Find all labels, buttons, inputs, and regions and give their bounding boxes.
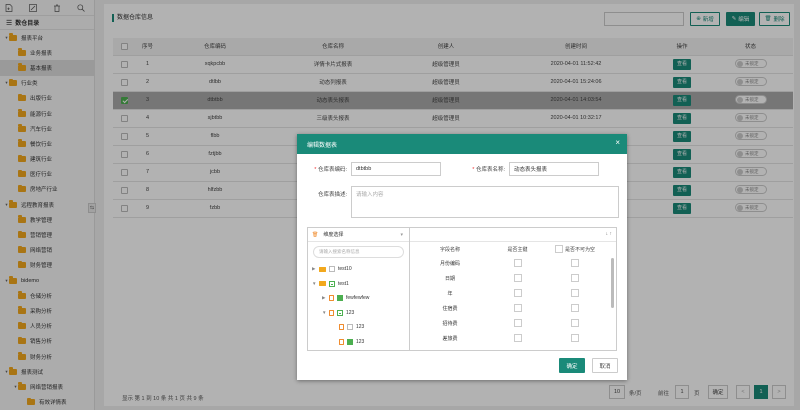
field-row: 招待费 [410,316,616,331]
expand-down-icon[interactable]: ▼ [312,281,319,286]
close-icon[interactable]: × [615,139,620,147]
desc-textarea[interactable]: 请输入内容 [351,186,619,218]
field-row: 日期 [410,271,616,286]
notnull-checkbox[interactable] [571,258,579,267]
tree-checkbox[interactable] [329,266,335,273]
field-name: 招待费 [442,321,458,327]
tree-node-label: test10 [338,266,352,273]
field-name: 月份编码 [439,261,460,267]
notnull-checkbox[interactable] [571,318,579,327]
field-name: 年 [447,291,453,297]
field-notnull-cell [545,318,605,329]
notnull-checkbox[interactable] [571,333,579,342]
sort-icon[interactable]: ↓ ↑ [606,231,612,237]
field-name: 日期 [444,276,455,282]
field-notnull-cell [545,303,605,314]
document-icon [329,309,334,316]
edit-table-dialog: 编辑数据表 × * 仓库表编码: dtbtbb * 仓库表名称: 动态表头报表 … [297,134,627,380]
field-row: 差旅费 [410,331,616,346]
field-pk-cell [490,273,545,284]
tree-node[interactable]: ▶ fewfewfew [308,291,409,306]
confirm-button[interactable]: 确定 [559,358,585,373]
field-header-row: 字段名称 是否主键 是否不可为空 [410,242,616,256]
tree-node[interactable]: ▼ 123 [308,306,409,321]
field-pane-toolbar: ↓ ↑ [410,228,616,242]
code-label: * 仓库表编码: [314,167,347,173]
tree-checkbox[interactable] [337,295,343,302]
notnull-checkbox[interactable] [571,288,579,297]
pk-checkbox[interactable] [513,303,522,312]
document-icon [339,324,344,331]
tree-node[interactable]: 123 [308,335,409,350]
field-header-notnull: 是否不可为空 [545,245,605,253]
field-rows: 月份编码日期年住宿费招待费差旅费 [410,256,616,346]
field-notnull-cell [545,288,605,299]
tree-search-input[interactable]: 请输入搜索名称信息 [313,246,404,258]
dialog-title: 编辑数据表 [307,142,338,149]
dialog-header: 编辑数据表 × [297,134,627,154]
tree-node-label: fewfewfew [346,295,370,302]
pk-checkbox[interactable] [513,288,522,297]
tree-node-label: 123 [356,338,365,345]
tree-checkbox[interactable] [347,324,353,331]
field-notnull-cell [545,273,605,284]
tree-checkbox[interactable] [329,280,335,287]
dimension-select-label: 维度选择 [323,232,344,238]
field-name: 住宿费 [442,306,458,312]
folder-icon [319,266,326,272]
name-input[interactable]: 动态表头报表 [509,162,599,176]
dimension-tree-pane: 🗑 维度选择 ▾ 请输入搜索名称信息 ▶ test10 ▼ test1 ▶ fewfewf… [307,227,410,351]
expand-down-icon[interactable]: ▼ [322,310,329,315]
field-row: 年 [410,286,616,301]
field-row: 月份编码 [410,256,616,271]
pk-checkbox[interactable] [513,273,522,282]
tree-node-label: test1 [338,280,349,287]
cancel-button[interactable]: 取消 [592,358,618,373]
field-notnull-cell [545,333,605,344]
dimension-select[interactable]: 🗑 维度选择 ▾ [308,228,409,242]
tree-node[interactable]: ▼ test1 [308,277,409,292]
notnull-checkbox[interactable] [571,303,579,312]
desc-label: 仓库表描述: [317,192,347,198]
tree-checkbox[interactable] [347,338,353,345]
field-header-name: 字段名称 [439,246,460,253]
field-row: 住宿费 [410,301,616,316]
tree-node-label: 123 [356,324,365,331]
field-header-pk: 是否主键 [507,246,528,253]
field-notnull-cell [545,258,605,269]
field-pk-cell [490,288,545,299]
tree-node[interactable]: ▶ test10 [308,262,409,277]
notnull-checkbox[interactable] [571,273,579,282]
pk-checkbox[interactable] [513,318,522,327]
tree-checkbox[interactable] [337,309,343,316]
code-input[interactable]: dtbtbb [351,162,441,176]
field-pk-cell [490,333,545,344]
trash-icon[interactable]: 🗑 [312,232,318,238]
pk-checkbox[interactable] [513,258,522,267]
field-pk-cell [490,303,545,314]
expand-right-icon[interactable]: ▶ [322,295,329,301]
tree-node[interactable]: 123 [308,320,409,335]
notnull-all-checkbox[interactable] [554,245,563,253]
field-pk-cell [490,258,545,269]
chevron-down-icon: ▾ [400,231,403,238]
field-scrollbar[interactable] [611,258,614,308]
pk-checkbox[interactable] [513,333,522,342]
name-label: * 仓库表名称: [472,167,505,173]
dimension-tree: ▶ test10 ▼ test1 ▶ fewfewfew ▼ 123 123 123 [308,262,409,349]
document-icon [339,338,344,345]
tree-node-label: 123 [346,309,355,316]
folder-icon [319,281,326,287]
expand-right-icon[interactable]: ▶ [312,266,319,272]
document-icon [329,295,334,302]
field-pane: ↓ ↑ 字段名称 是否主键 是否不可为空 月份编码日期年住宿费招待费差旅费 [410,227,617,351]
field-pk-cell [490,318,545,329]
field-name: 差旅费 [442,336,458,342]
